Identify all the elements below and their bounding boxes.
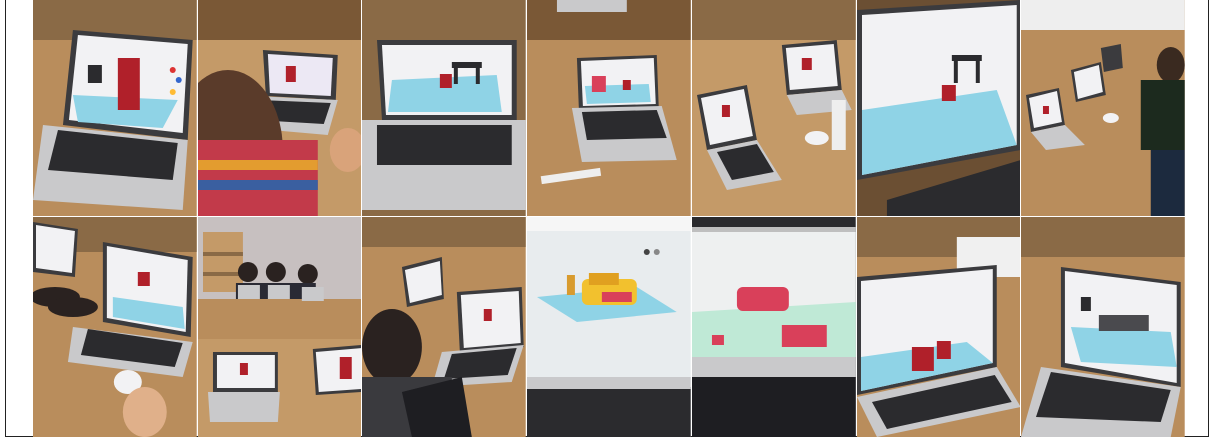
photo-hands-laptop-3d <box>33 217 197 437</box>
photo-laptop-3d-chairs <box>527 0 691 216</box>
photo-classroom-laptops <box>691 0 856 216</box>
photo-collage <box>33 0 1185 437</box>
photo-screen-3d-pink-sofa <box>691 217 856 437</box>
photo-students-laptop-row <box>1021 0 1185 216</box>
photo-laptop-3d-bed <box>1021 217 1185 437</box>
photo-students-group-laptops <box>197 217 362 437</box>
photo-laptop-3d-table-chair-closeup <box>856 0 1021 216</box>
photo-student-back-laptop <box>362 217 527 437</box>
photo-laptop-3d-table-chair <box>362 0 527 216</box>
photo-student-laptop <box>197 0 362 216</box>
photo-laptop-3d-chair <box>33 0 197 216</box>
photo-screen-3d-yellow-sofa <box>527 217 691 437</box>
photo-laptop-3d-red-chairs <box>856 217 1021 437</box>
